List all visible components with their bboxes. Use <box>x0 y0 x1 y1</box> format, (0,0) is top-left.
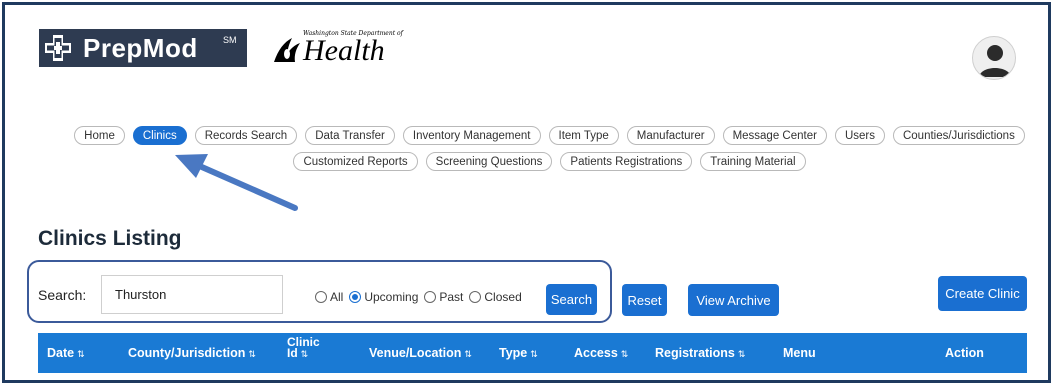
page-title: Clinics Listing <box>38 227 182 250</box>
radio-closed-icon[interactable] <box>469 291 482 303</box>
nav-counties-jurisdictions[interactable]: Counties/Jurisdictions <box>892 126 1025 145</box>
nav-records-search[interactable]: Records Search <box>194 126 298 145</box>
radio-upcoming-icon[interactable] <box>349 291 362 303</box>
col-clinic-id[interactable]: Clinic Id ⇅ <box>287 336 320 360</box>
wa-health-icon <box>274 38 300 62</box>
nav-patients-registrations[interactable]: Patients Registrations <box>560 152 693 171</box>
filter-past-label: Past <box>439 290 464 304</box>
col-action: Action <box>945 346 984 360</box>
sort-icon[interactable]: ⇅ <box>738 349 746 359</box>
nav-training-material[interactable]: Training Material <box>700 152 806 171</box>
brand-sm-mark: SM <box>223 35 237 45</box>
nav-data-transfer[interactable]: Data Transfer <box>305 126 395 145</box>
search-button[interactable]: Search <box>546 284 597 315</box>
nav-home[interactable]: Home <box>74 126 125 145</box>
wa-health-logo: Washington State Department of Health <box>262 28 412 72</box>
sort-icon[interactable]: ⇅ <box>530 349 538 359</box>
nav-screening-questions[interactable]: Screening Questions <box>425 152 553 171</box>
nav-manufacturer[interactable]: Manufacturer <box>626 126 715 145</box>
col-menu: Menu <box>783 346 816 360</box>
col-access[interactable]: Access ⇅ <box>574 346 628 360</box>
prepmod-cross-icon <box>45 35 71 61</box>
radio-past-icon[interactable] <box>424 291 437 303</box>
clinics-table-header: Date ⇅ County/Jurisdiction ⇅ Clinic Id ⇅ Ven… <box>38 333 1027 373</box>
sort-icon[interactable]: ⇅ <box>248 349 256 359</box>
nav-item-type[interactable]: Item Type <box>548 126 619 145</box>
col-county-jurisdiction[interactable]: County/Jurisdiction ⇅ <box>128 346 256 360</box>
brand-name: PrepMod <box>83 33 198 63</box>
search-input[interactable] <box>101 275 283 314</box>
reset-button[interactable]: Reset <box>622 284 667 316</box>
sort-icon[interactable]: ⇅ <box>77 349 85 359</box>
nav-users[interactable]: Users <box>834 126 885 145</box>
radio-all-icon[interactable] <box>315 291 327 303</box>
clinic-filter-radios: All Upcoming Past Closed <box>315 290 522 304</box>
nav-clinics[interactable]: Clinics <box>132 126 187 145</box>
nav-customized-reports[interactable]: Customized Reports <box>293 152 418 171</box>
filter-all-label: All <box>330 290 344 304</box>
col-type[interactable]: Type ⇅ <box>499 346 538 360</box>
prepmod-logo[interactable]: PrepMod SM <box>39 29 247 67</box>
filter-past[interactable]: Past <box>424 290 463 304</box>
sort-icon[interactable]: ⇅ <box>621 349 629 359</box>
filter-closed-label: Closed <box>484 290 522 304</box>
col-venue-location[interactable]: Venue/Location ⇅ <box>369 346 472 360</box>
filter-upcoming-label: Upcoming <box>364 290 419 304</box>
col-registrations[interactable]: Registrations ⇅ <box>655 346 745 360</box>
search-label: Search: <box>38 287 87 303</box>
col-date[interactable]: Date ⇅ <box>47 346 85 360</box>
sort-icon[interactable]: ⇅ <box>301 349 309 359</box>
main-nav-row-1: Home Clinics Records Search Data Transfe… <box>23 126 1053 145</box>
filter-upcoming[interactable]: Upcoming <box>349 290 418 304</box>
nav-message-center[interactable]: Message Center <box>722 126 827 145</box>
sort-icon[interactable]: ⇅ <box>464 349 472 359</box>
view-archive-button[interactable]: View Archive <box>688 284 779 316</box>
annotation-arrow-icon <box>175 154 298 211</box>
filter-all[interactable]: All <box>315 290 343 304</box>
health-word: Health <box>303 34 385 67</box>
user-avatar-icon[interactable] <box>972 36 1016 80</box>
nav-inventory-management[interactable]: Inventory Management <box>402 126 541 145</box>
create-clinic-button[interactable]: Create Clinic <box>938 276 1027 311</box>
filter-closed[interactable]: Closed <box>469 290 522 304</box>
